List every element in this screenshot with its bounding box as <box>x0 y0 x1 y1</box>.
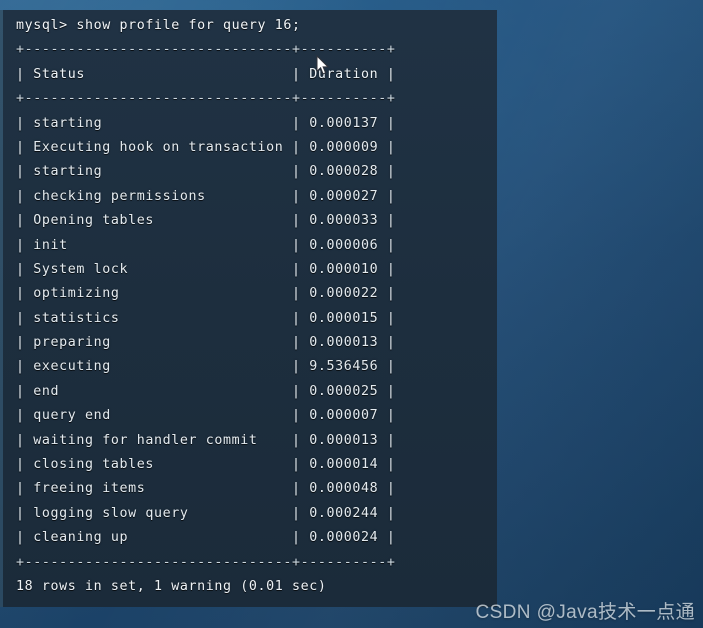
result-summary-line: 18 rows in set, 1 warning (0.01 sec) <box>16 578 327 594</box>
table-row: | starting | 0.000028 | <box>16 164 396 180</box>
table-row: | checking permissions | 0.000027 | <box>16 188 396 204</box>
table-row: | init | 0.000006 | <box>16 237 396 253</box>
table-row: | waiting for handler commit | 0.000013 … <box>16 432 396 448</box>
table-row: | closing tables | 0.000014 | <box>16 457 396 473</box>
table-row: | query end | 0.000007 | <box>16 408 396 424</box>
csdn-watermark: CSDN @Java技术一点通 <box>475 602 695 623</box>
table-rule-header: +-------------------------------+-------… <box>16 91 396 107</box>
mysql-prompt-command: mysql> show profile for query 16; <box>16 18 301 33</box>
table-row: | freeing items | 0.000048 | <box>16 481 396 497</box>
table-row: | Executing hook on transaction | 0.0000… <box>16 139 396 155</box>
terminal-left-edge <box>0 10 3 607</box>
table-row: | executing | 9.536456 | <box>16 359 396 375</box>
table-row: | System lock | 0.000010 | <box>16 261 396 277</box>
table-rule-top: +-------------------------------+-------… <box>16 42 396 58</box>
table-row: | end | 0.000025 | <box>16 383 396 399</box>
table-row: | preparing | 0.000013 | <box>16 335 396 351</box>
table-row: | Opening tables | 0.000033 | <box>16 213 396 229</box>
table-row: | logging slow query | 0.000244 | <box>16 505 396 521</box>
table-header-row: | Status | Duration | <box>16 66 396 82</box>
terminal-window[interactable]: mysql> show profile for query 16; +------… <box>0 10 497 607</box>
table-row: | optimizing | 0.000022 | <box>16 286 396 302</box>
table-row: | starting | 0.000137 | <box>16 115 396 131</box>
table-row: | statistics | 0.000015 | <box>16 310 396 326</box>
table-row: | cleaning up | 0.000024 | <box>16 530 396 546</box>
table-rule-bottom: +-------------------------------+-------… <box>16 554 396 570</box>
terminal-output-area[interactable]: mysql> show profile for query 16; +------… <box>16 14 497 607</box>
